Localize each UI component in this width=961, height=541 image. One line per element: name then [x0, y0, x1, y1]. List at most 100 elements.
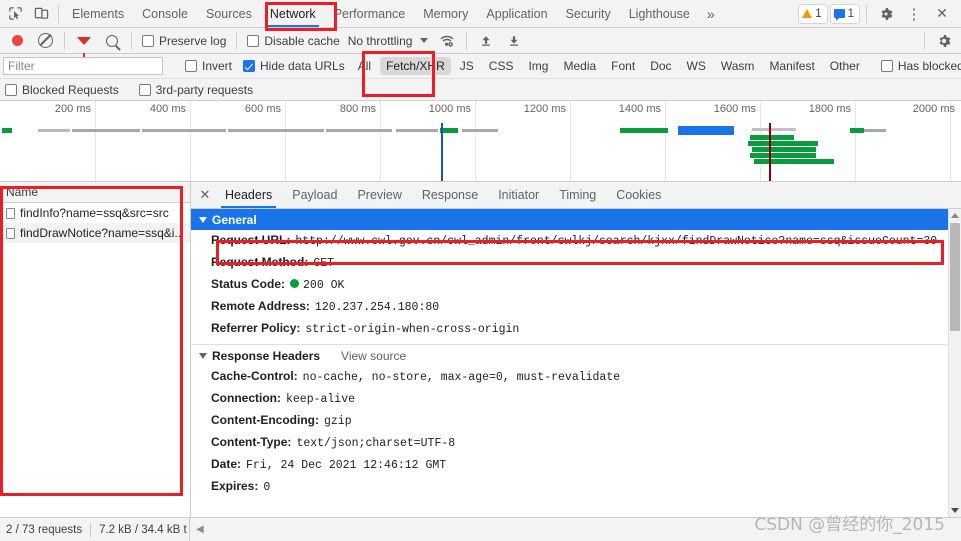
kv-value[interactable]: http://www.cwl.gov.cn/cwl_admin/front/cw… [295, 233, 937, 250]
tab-memory[interactable]: Memory [414, 0, 477, 27]
settings-gear-icon[interactable] [873, 1, 899, 27]
detail-tab-timing[interactable]: Timing [549, 182, 606, 208]
filter-input[interactable] [3, 57, 163, 75]
network-toolbar-divider-5 [924, 31, 925, 50]
tab-application-label: Application [486, 6, 548, 21]
tab-console-label: Console [142, 6, 188, 21]
device-toolbar-icon[interactable] [28, 1, 54, 27]
filter-type-wasm[interactable]: Wasm [715, 57, 761, 75]
tab-sources[interactable]: Sources [197, 0, 261, 27]
more-options-kebab-icon[interactable]: ⋮ [901, 1, 927, 27]
kv-expires: Expires: 0 [191, 476, 961, 498]
filter-type-manifest[interactable]: Manifest [763, 57, 820, 75]
overview-tick-label: 1000 ms [428, 103, 471, 115]
inspect-element-icon[interactable] [2, 1, 28, 27]
scroll-down-arrow-icon[interactable] [949, 504, 961, 517]
overview-bar [462, 129, 498, 132]
overview-bar [850, 128, 864, 133]
overview-selection[interactable] [678, 126, 734, 135]
kv-key: Expires: [211, 479, 259, 493]
filter-type-js[interactable]: JS [454, 57, 480, 75]
network-conditions-button[interactable] [434, 28, 460, 54]
tab-performance[interactable]: Performance [325, 0, 415, 27]
filter-type-img[interactable]: Img [522, 57, 554, 75]
more-tabs-icon[interactable]: » [699, 6, 723, 22]
has-blocked-cookies-label: Has blocked cookies [897, 59, 961, 73]
overview-gridline [665, 101, 666, 181]
filter-type-media[interactable]: Media [557, 57, 602, 75]
filter-type-font[interactable]: Font [605, 57, 641, 75]
close-devtools-icon[interactable]: ✕ [929, 1, 955, 27]
third-party-requests-label: 3rd-party requests [155, 82, 254, 97]
filter-toggle-button[interactable] [71, 28, 97, 57]
preserve-log-checkbox[interactable]: Preserve log [138, 34, 230, 48]
filter-type-other[interactable]: Other [824, 57, 866, 75]
tab-elements[interactable]: Elements [63, 0, 133, 27]
scrollbar-thumb[interactable] [950, 223, 960, 331]
third-party-requests-checkbox[interactable]: 3rd-party requests [138, 82, 257, 97]
view-source-link[interactable]: View source [341, 349, 406, 363]
requests-count-label: 2 / 73 requests [6, 523, 83, 536]
overview-tick-label: 2000 ms [912, 103, 955, 115]
tab-application[interactable]: Application [477, 0, 556, 27]
record-circle-icon [11, 35, 23, 46]
table-row[interactable]: findDrawNotice?name=ssq&i.. [0, 223, 190, 243]
message-count-label: 1 [847, 7, 854, 20]
network-settings-gear-icon[interactable] [931, 28, 957, 54]
record-button[interactable] [4, 28, 30, 54]
overview-bar [326, 129, 392, 132]
overview-bar [620, 128, 668, 133]
invert-checkbox[interactable]: Invert [181, 59, 236, 73]
detail-tab-headers[interactable]: Headers [215, 182, 282, 208]
import-har-button[interactable] [473, 28, 499, 54]
blocked-requests-checkbox[interactable]: Blocked Requests [5, 83, 123, 97]
request-name: findDrawNotice?name=ssq&i.. [20, 226, 182, 240]
section-response-headers-header[interactable]: Response Headers View source [191, 345, 961, 366]
disable-cache-box-icon [247, 34, 260, 47]
section-general-header[interactable]: General [191, 209, 961, 230]
clear-button[interactable] [32, 28, 58, 54]
blocked-requests-label: Blocked Requests [22, 82, 119, 97]
request-list-panel: Name findInfo?name=ssq&src=src findDrawN… [0, 182, 191, 517]
hide-data-urls-checkbox[interactable]: Hide data URLs [239, 59, 349, 73]
detail-tab-initiator[interactable]: Initiator [488, 182, 549, 208]
table-row[interactable]: findInfo?name=ssq&src=src [0, 203, 190, 223]
filter-type-fetch-xhr[interactable]: Fetch/XHR [380, 57, 451, 75]
horizontal-scroll-left-arrow-icon[interactable]: ◀ [196, 524, 204, 535]
tab-network[interactable]: Network [261, 0, 325, 27]
warning-count-badge[interactable]: 1 [798, 3, 828, 24]
disable-cache-checkbox[interactable]: Disable cache [243, 34, 343, 48]
kv-key: Status Code: [211, 277, 286, 291]
overview-gridline [95, 101, 96, 181]
tab-console[interactable]: Console [133, 0, 197, 27]
toolbar-divider [58, 4, 59, 23]
request-list-header[interactable]: Name [0, 182, 190, 203]
kv-key: Referrer Policy: [211, 321, 301, 335]
detail-tab-cookies[interactable]: Cookies [606, 182, 671, 208]
search-button[interactable] [99, 28, 125, 54]
filter-type-css[interactable]: CSS [483, 57, 520, 75]
detail-vertical-scrollbar[interactable] [948, 209, 961, 517]
tab-lighthouse[interactable]: Lighthouse [620, 0, 699, 27]
scroll-up-arrow-icon[interactable] [949, 209, 961, 222]
close-detail-icon[interactable]: ✕ [195, 185, 215, 205]
overview-gridline [380, 101, 381, 181]
export-har-button[interactable] [501, 28, 527, 54]
filter-type-ws[interactable]: WS [681, 57, 712, 75]
detail-tab-payload[interactable]: Payload [282, 182, 347, 208]
kv-key: Content-Type: [211, 435, 292, 449]
detail-tab-response[interactable]: Response [412, 182, 488, 208]
message-count-badge[interactable]: 1 [829, 3, 860, 24]
tab-security[interactable]: Security [557, 0, 620, 27]
filter-type-doc[interactable]: Doc [644, 57, 677, 75]
hide-data-urls-box-icon [243, 60, 256, 72]
throttling-dropdown[interactable]: No throttling [346, 34, 433, 48]
tab-security-label: Security [565, 6, 611, 21]
preserve-log-box-icon [142, 34, 154, 47]
filter-type-all[interactable]: All [352, 57, 377, 75]
has-blocked-cookies-checkbox[interactable]: Has blocked cookies [877, 59, 961, 73]
invert-box-icon [185, 60, 197, 72]
network-overview-timeline[interactable]: 200 ms 400 ms 600 ms 800 ms 1000 ms 1200… [0, 101, 961, 182]
network-toolbar: Preserve log Disable cache No throttling [0, 28, 961, 57]
detail-tab-preview[interactable]: Preview [347, 182, 411, 208]
